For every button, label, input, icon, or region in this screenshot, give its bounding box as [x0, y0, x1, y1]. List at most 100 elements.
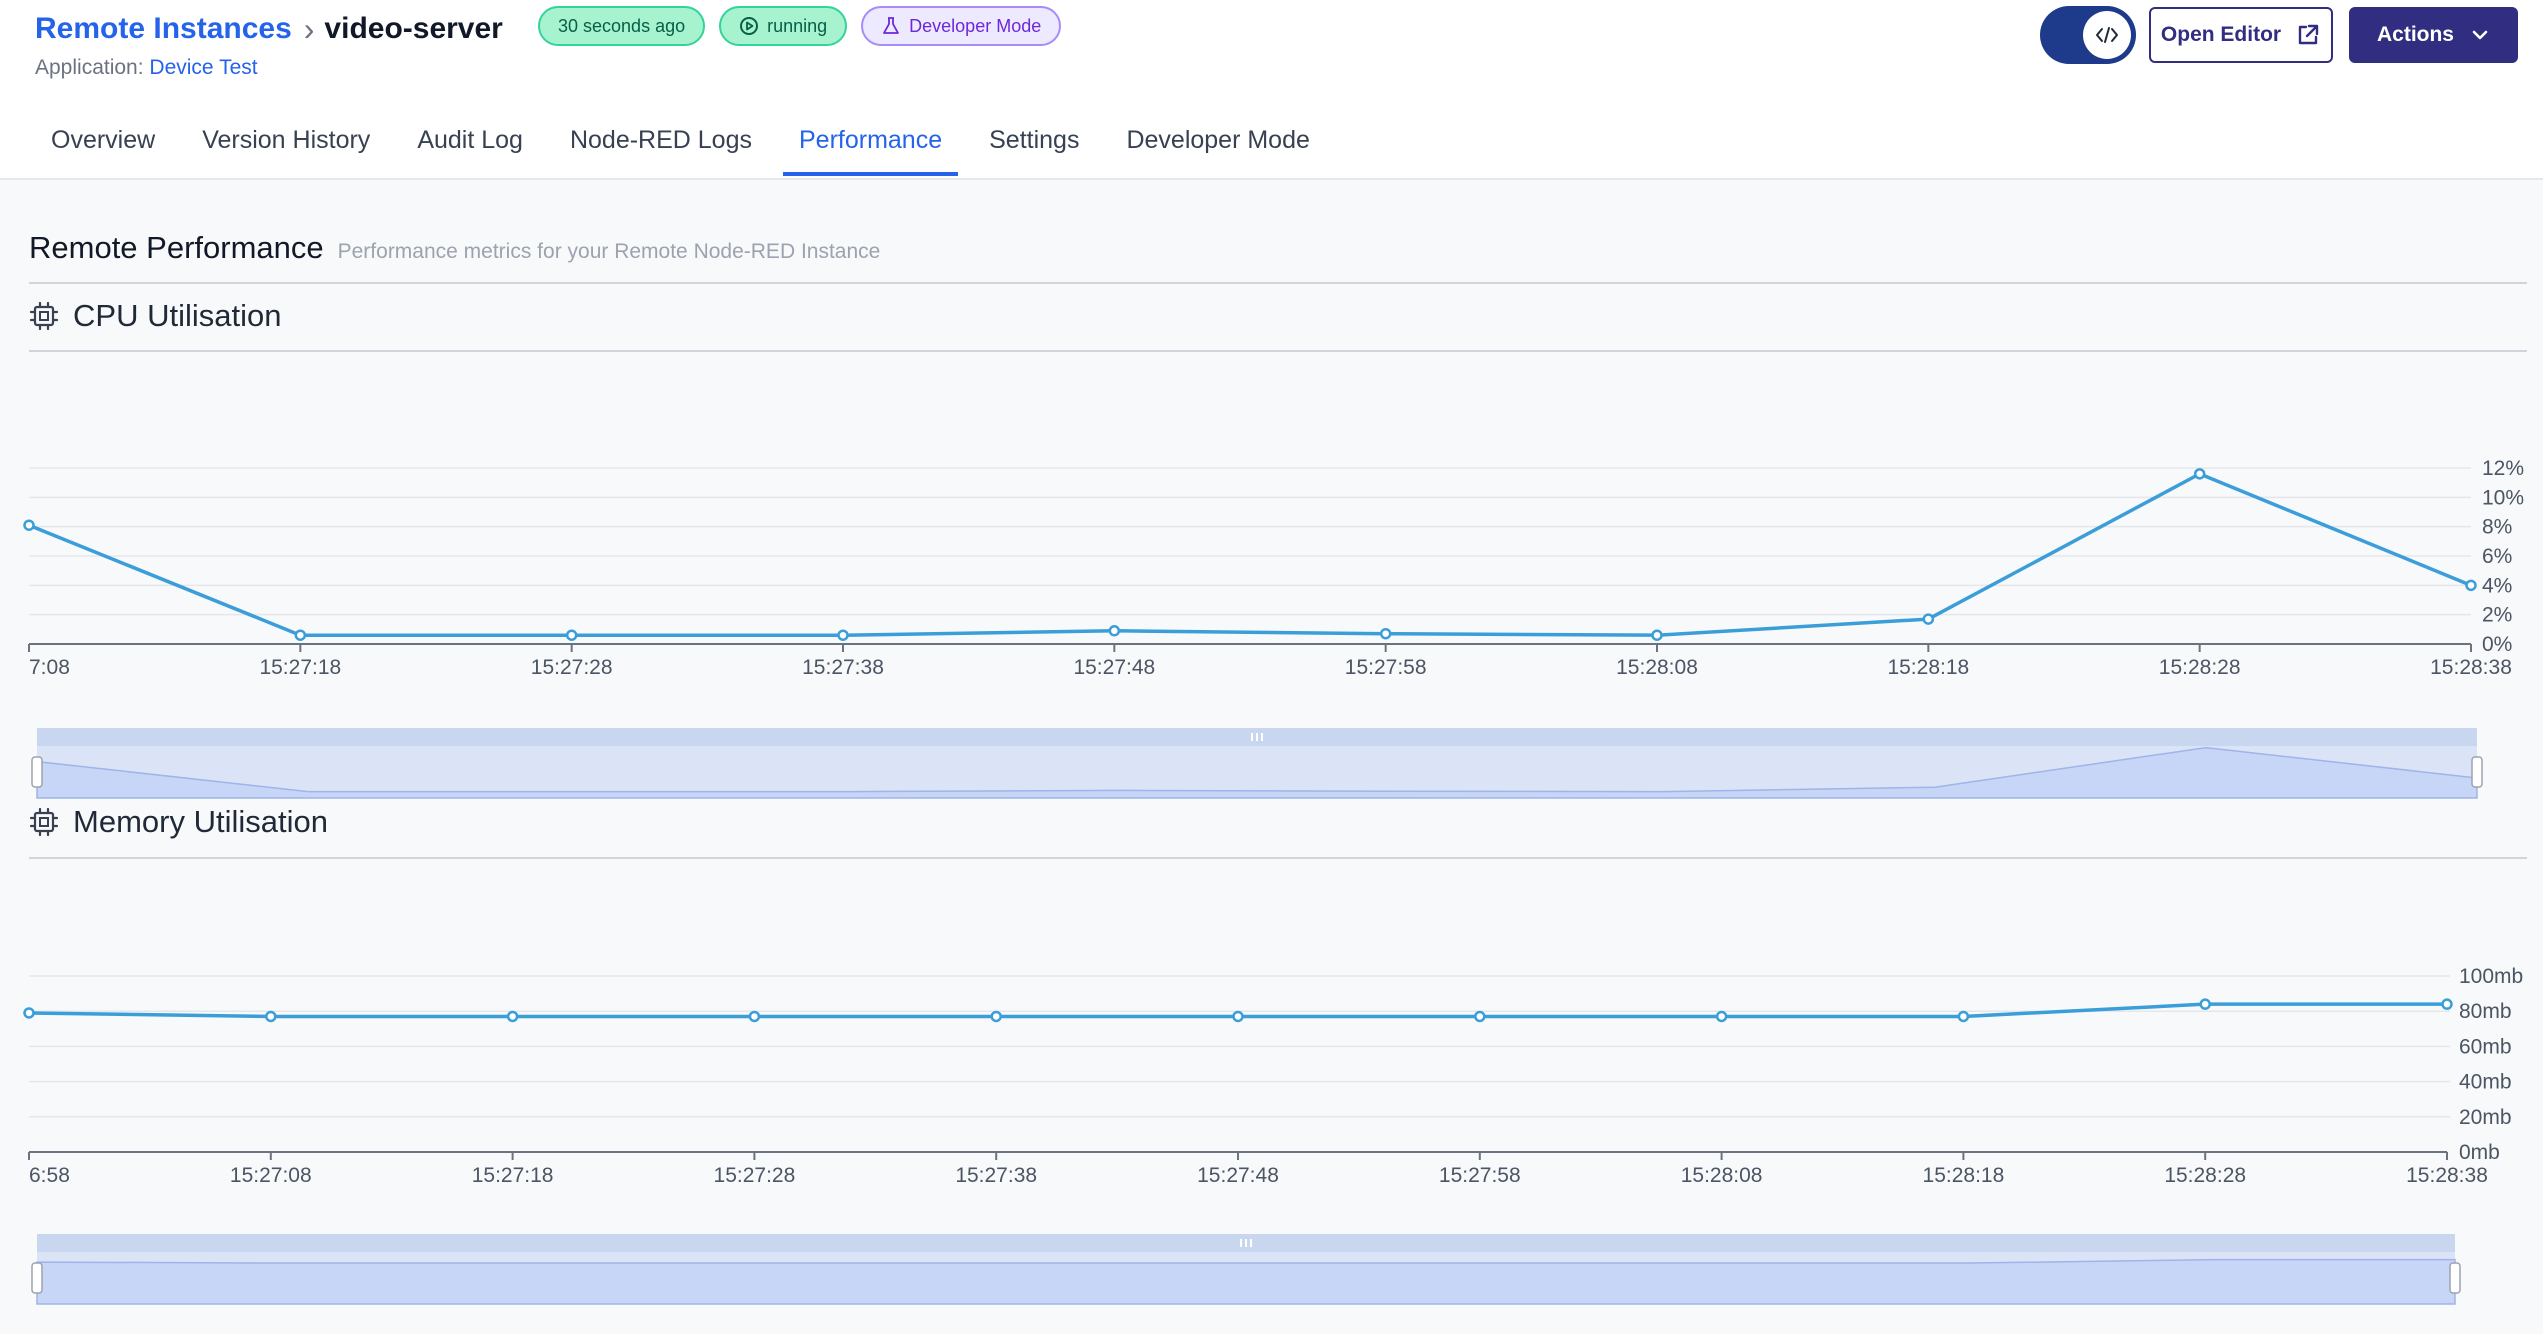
- memory-x-tick-label: 15:27:28: [714, 1164, 796, 1187]
- cpu-y-tick-label: 6%: [2482, 545, 2512, 568]
- memory-data-point[interactable]: [990, 1010, 1002, 1023]
- memory-zoom-handle-left[interactable]: [31, 1262, 43, 1294]
- application-label: Application:: [35, 56, 144, 79]
- code-icon: [2083, 11, 2131, 59]
- cpu-x-tick-label: 15:28:18: [1887, 656, 1969, 679]
- memory-data-point[interactable]: [23, 1007, 35, 1019]
- tab-node-red-logs[interactable]: Node-RED Logs: [554, 118, 768, 176]
- cpu-x-tick-label: 15:27:58: [1345, 656, 1427, 679]
- cpu-data-point[interactable]: [1379, 627, 1392, 640]
- memory-x-tick-label: 15:27:08: [230, 1164, 312, 1187]
- memory-x-tick-label: 15:28:38: [2406, 1164, 2488, 1187]
- memory-data-point[interactable]: [2199, 998, 2211, 1010]
- section-title: Remote Performance: [29, 230, 324, 265]
- memory-data-point[interactable]: [1474, 1010, 1486, 1023]
- last-seen-badge: 30 seconds ago: [538, 6, 706, 46]
- cpu-utilisation-chart: 0% 2% 4% 6% 8% 10% 12% 7:08 15:27:18 15:27:28 15:2…: [23, 457, 2524, 799]
- memory-y-tick-label: 100mb: [2459, 965, 2523, 988]
- cpu-data-point[interactable]: [1108, 625, 1121, 637]
- tab-version-history[interactable]: Version History: [186, 118, 386, 176]
- cpu-data-point[interactable]: [23, 519, 35, 531]
- memory-chart-title: Memory Utilisation: [73, 804, 328, 839]
- cpu-chip-icon: [29, 301, 59, 331]
- memory-data-point[interactable]: [265, 1010, 277, 1023]
- cpu-chart-divider: [29, 350, 2527, 352]
- open-editor-label: Open Editor: [2160, 23, 2282, 46]
- tab-performance[interactable]: Performance: [782, 118, 959, 176]
- cpu-data-point[interactable]: [294, 629, 307, 641]
- memory-x-tick-label: 15:27:38: [955, 1164, 1037, 1187]
- cpu-x-tick-label: 15:27:48: [1073, 656, 1155, 679]
- cpu-x-tick-label: 15:27:38: [802, 656, 884, 679]
- tab-developer-mode[interactable]: Developer Mode: [1110, 118, 1325, 176]
- cpu-chart-title: CPU Utilisation: [73, 298, 282, 333]
- cpu-data-point[interactable]: [2193, 468, 2206, 480]
- memory-x-tick-label: 15:28:28: [2164, 1164, 2246, 1187]
- section-divider: [29, 282, 2527, 284]
- memory-y-tick-label: 20mb: [2459, 1106, 2512, 1129]
- external-link-icon: [2298, 24, 2319, 45]
- memory-data-point[interactable]: [748, 1010, 761, 1023]
- instance-header: Remote Instances › video-server 30 secon…: [0, 0, 2543, 180]
- cpu-x-tick-label: 7:08: [29, 656, 70, 679]
- memory-chip-icon: [29, 807, 59, 837]
- status-badge: running: [719, 6, 848, 46]
- memory-data-point[interactable]: [506, 1010, 519, 1023]
- instance-tabs: Overview Version History Audit Log Node-…: [35, 118, 1341, 178]
- cpu-zoom-handle-left[interactable]: [31, 756, 43, 788]
- actions-button[interactable]: Actions: [2349, 7, 2518, 63]
- memory-utilisation-chart: 0mb 20mb 40mb 60mb 80mb 100mb 6:58 15:27:08 15:2…: [23, 965, 2523, 1305]
- memory-data-point[interactable]: [1232, 1010, 1244, 1023]
- breadcrumb: Remote Instances › video-server: [35, 10, 503, 48]
- cpu-data-point[interactable]: [565, 629, 578, 641]
- cpu-x-tick-label: 15:28:38: [2430, 656, 2512, 679]
- cpu-data-point[interactable]: [837, 629, 849, 641]
- memory-chart-divider: [29, 857, 2527, 859]
- memory-data-point[interactable]: [1715, 1010, 1728, 1023]
- memory-x-tick-label: 15:27:58: [1439, 1164, 1521, 1187]
- tab-audit-log[interactable]: Audit Log: [401, 118, 539, 176]
- developer-mode-text: Developer Mode: [909, 15, 1042, 36]
- memory-zoom-handle-right[interactable]: [2449, 1262, 2461, 1294]
- cpu-y-tick-label: 2%: [2482, 604, 2512, 627]
- play-circle-icon: [740, 17, 759, 35]
- cpu-chart-heading: CPU Utilisation: [29, 298, 281, 334]
- cpu-y-tick-label: 12%: [2482, 457, 2524, 480]
- memory-chart-heading: Memory Utilisation: [29, 804, 328, 840]
- memory-x-tick-label: 15:28:08: [1681, 1164, 1763, 1187]
- breadcrumb-remote-instances-link[interactable]: Remote Instances: [35, 12, 292, 46]
- status-text: running: [767, 15, 828, 36]
- beaker-icon: [883, 17, 900, 34]
- developer-mode-toggle[interactable]: [2040, 6, 2136, 64]
- section-heading: Remote Performance Performance metrics f…: [29, 230, 880, 266]
- chevron-down-icon: [2472, 30, 2488, 40]
- cpu-y-tick-label: 0%: [2482, 633, 2512, 656]
- cpu-zoom-handle-right[interactable]: [2471, 756, 2483, 788]
- memory-x-tick-label: 15:28:18: [1923, 1164, 2005, 1187]
- cpu-x-tick-label: 15:27:18: [259, 656, 341, 679]
- status-badges: 30 seconds ago running Developer Mode: [538, 6, 1062, 46]
- cpu-x-tick-label: 15:27:28: [531, 656, 613, 679]
- chevron-right-icon: ›: [303, 11, 315, 47]
- cpu-data-point[interactable]: [2465, 579, 2477, 592]
- cpu-y-tick-label: 4%: [2482, 574, 2512, 597]
- memory-y-tick-label: 60mb: [2459, 1035, 2512, 1058]
- application-link[interactable]: Device Test: [149, 56, 257, 79]
- section-subtitle: Performance metrics for your Remote Node…: [337, 240, 881, 263]
- memory-data-point[interactable]: [2441, 998, 2453, 1010]
- cpu-data-point[interactable]: [1922, 613, 1935, 625]
- application-line: Application: Device Test: [35, 56, 258, 80]
- memory-y-tick-label: 0mb: [2459, 1141, 2500, 1164]
- memory-y-tick-label: 80mb: [2459, 1000, 2512, 1023]
- page-title: video-server: [324, 12, 503, 45]
- memory-zoom-preview-area: [36, 1258, 2456, 1305]
- actions-label: Actions: [2376, 23, 2454, 46]
- cpu-data-point[interactable]: [1651, 629, 1663, 641]
- tab-overview[interactable]: Overview: [35, 118, 171, 176]
- cpu-y-tick-label: 10%: [2482, 486, 2524, 509]
- memory-data-point[interactable]: [1957, 1010, 1970, 1023]
- open-editor-button[interactable]: Open Editor: [2149, 7, 2333, 63]
- developer-mode-badge: Developer Mode: [861, 6, 1062, 46]
- tab-settings[interactable]: Settings: [973, 118, 1095, 176]
- last-seen-text: 30 seconds ago: [558, 15, 686, 36]
